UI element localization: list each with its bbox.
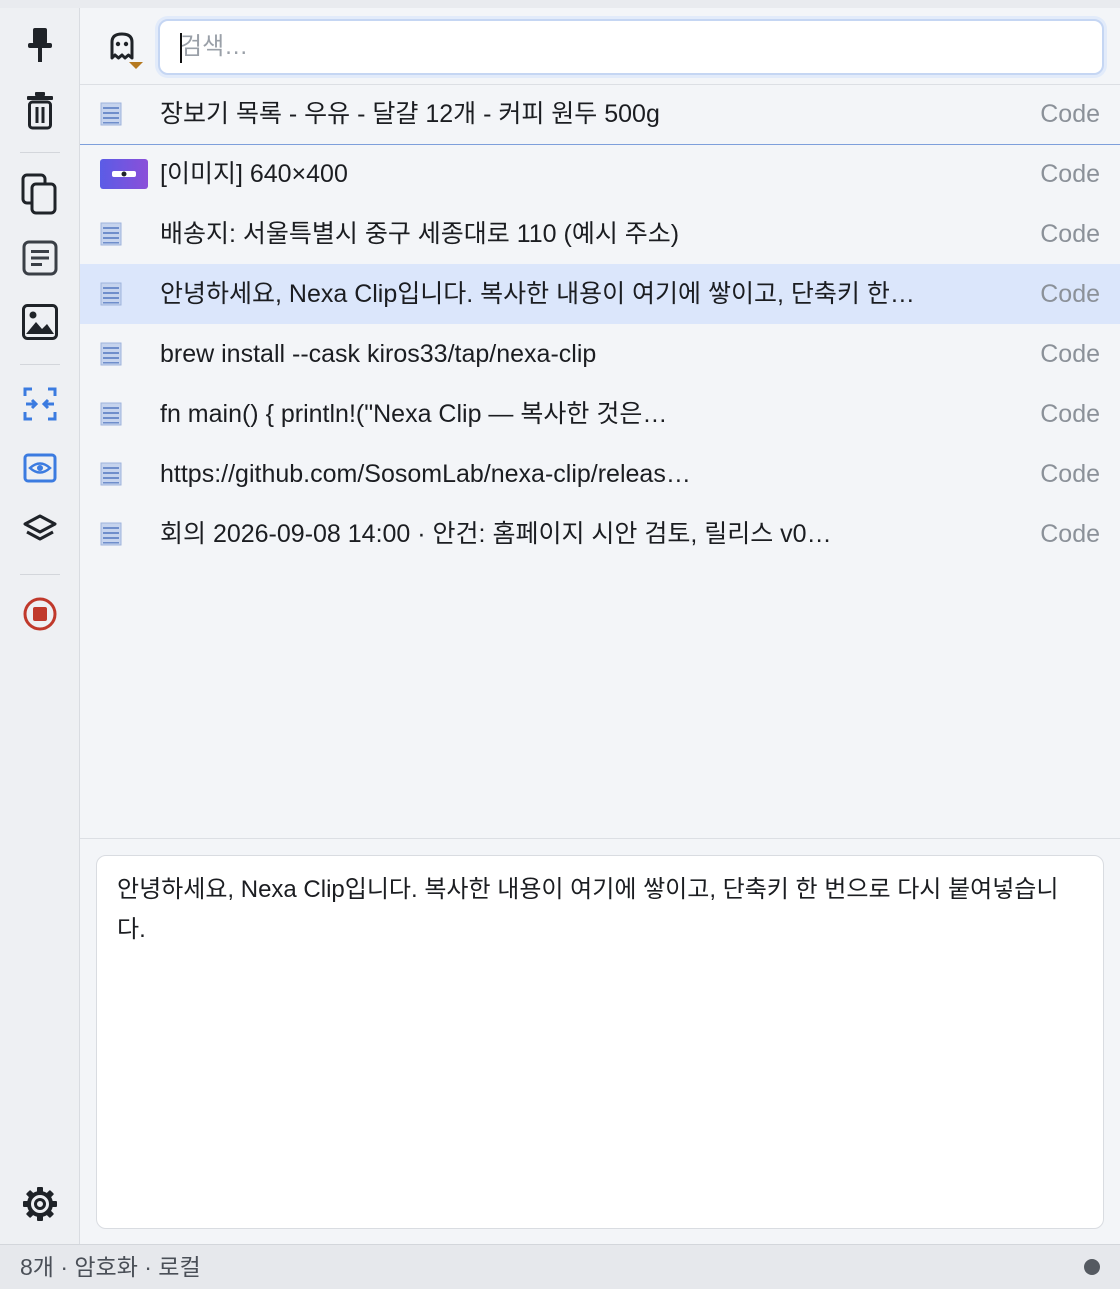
eye-icon [23, 453, 57, 483]
text-clip-icon [100, 282, 122, 306]
trash-icon [27, 92, 53, 130]
stop-record-icon [23, 597, 57, 631]
pin-icon [28, 28, 52, 62]
clip-row[interactable]: 회의 2026-09-08 14:00 · 안건: 홈페이지 시안 검토, 릴리… [80, 504, 1120, 564]
pin-button[interactable] [16, 22, 64, 70]
clip-row[interactable]: https://github.com/SosomLab/nexa-clip/re… [80, 444, 1120, 504]
stop-record-button[interactable] [16, 590, 64, 638]
preview-panel: 안녕하세요, Nexa Clip입니다. 복사한 내용이 여기에 쌓이고, 단축… [80, 838, 1120, 1245]
clip-row[interactable]: 안녕하세요, Nexa Clip입니다. 복사한 내용이 여기에 쌓이고, 단축… [80, 264, 1120, 324]
clip-row-text: 안녕하세요, Nexa Clip입니다. 복사한 내용이 여기에 쌓이고, 단축… [160, 280, 915, 308]
clip-row-tag: Code [1040, 340, 1100, 368]
main-panel: 장보기 목록 - 우유 - 달걀 12개 - 커피 원두 500gCode[이미… [80, 8, 1120, 1245]
layers-icon [23, 514, 57, 541]
text-clip-icon [100, 102, 122, 126]
clip-row-text: [이미지] 640×400 [160, 160, 348, 188]
text-clip-icon [100, 342, 122, 366]
search-bar [80, 8, 1120, 85]
merge-icon [23, 387, 57, 421]
clip-list: 장보기 목록 - 우유 - 달걀 12개 - 커피 원두 500g Code [이미… [80, 84, 1120, 838]
status-bar: 8개 · 암호화 · 로컬 [0, 1244, 1120, 1289]
clip-row-tag: Code [1040, 280, 1100, 308]
clip-row-tag: Code [1040, 520, 1100, 548]
clip-row-text: 배송지: 서울특별시 중구 세종대로 110 (예시 주소) [160, 220, 680, 248]
settings-button[interactable] [16, 1180, 64, 1228]
text-clip-icon [100, 462, 122, 486]
clip-row-text: 장보기 목록 - 우유 - 달걀 12개 - 커피 원두 500g [160, 100, 660, 128]
clip-row-tag: Code [1040, 220, 1100, 248]
clip-row[interactable]: brew install --cask kiros33/tap/nexa-cli… [80, 324, 1120, 384]
text-filter-button[interactable] [16, 234, 64, 282]
gear-icon [23, 1187, 57, 1221]
source-filter-button[interactable] [106, 30, 148, 72]
status-text: 8개 · 암호화 · 로컬 [20, 1254, 201, 1280]
clip-row-text: 회의 2026-09-08 14:00 · 안건: 홈페이지 시안 검토, 릴리… [160, 520, 832, 548]
connection-status-dot [1084, 1259, 1100, 1275]
clip-row[interactable]: 장보기 목록 - 우유 - 달걀 12개 - 커피 원두 500g Code [80, 84, 1120, 145]
left-toolbar [0, 8, 80, 1244]
toolbar-separator [20, 152, 60, 153]
copy-icon [21, 173, 57, 215]
clip-row-tag: Code [1040, 400, 1100, 428]
image-icon [22, 304, 58, 340]
clip-row-text: https://github.com/SosomLab/nexa-clip/re… [160, 460, 691, 488]
clip-row-text: brew install --cask kiros33/tap/nexa-cli… [160, 340, 597, 368]
clip-row-tag: Code [1040, 460, 1100, 488]
clip-row-text: fn main() { println!("Nexa Clip — 복사한 것은… [160, 400, 668, 428]
clip-row[interactable]: [이미지] 640×400 Code [80, 144, 1120, 204]
ghost-menu-icon [110, 32, 143, 69]
clip-row[interactable]: 배송지: 서울특별시 중구 세종대로 110 (예시 주소) Code [80, 204, 1120, 264]
merge-button[interactable] [16, 380, 64, 428]
image-filter-button[interactable] [16, 298, 64, 346]
text-clip-icon [100, 522, 122, 546]
preview-toggle-button[interactable] [16, 444, 64, 492]
layers-button[interactable] [16, 506, 64, 554]
clip-row-tag: Code [1040, 160, 1100, 188]
toolbar-separator [20, 364, 60, 365]
clip-preview-text[interactable]: 안녕하세요, Nexa Clip입니다. 복사한 내용이 여기에 쌓이고, 단축… [96, 855, 1104, 1229]
search-input[interactable] [178, 31, 1082, 63]
delete-button[interactable] [16, 86, 64, 134]
toolbar-separator [20, 574, 60, 575]
search-field [158, 19, 1104, 75]
copy-button[interactable] [16, 170, 64, 218]
text-note-icon [22, 240, 58, 276]
clip-row-tag: Code [1040, 100, 1100, 128]
clip-row[interactable]: fn main() { println!("Nexa Clip — 복사한 것은… [80, 384, 1120, 444]
text-clip-icon [100, 402, 122, 426]
text-caret [180, 33, 182, 63]
text-clip-icon [100, 222, 122, 246]
image-clip-icon [100, 159, 148, 189]
